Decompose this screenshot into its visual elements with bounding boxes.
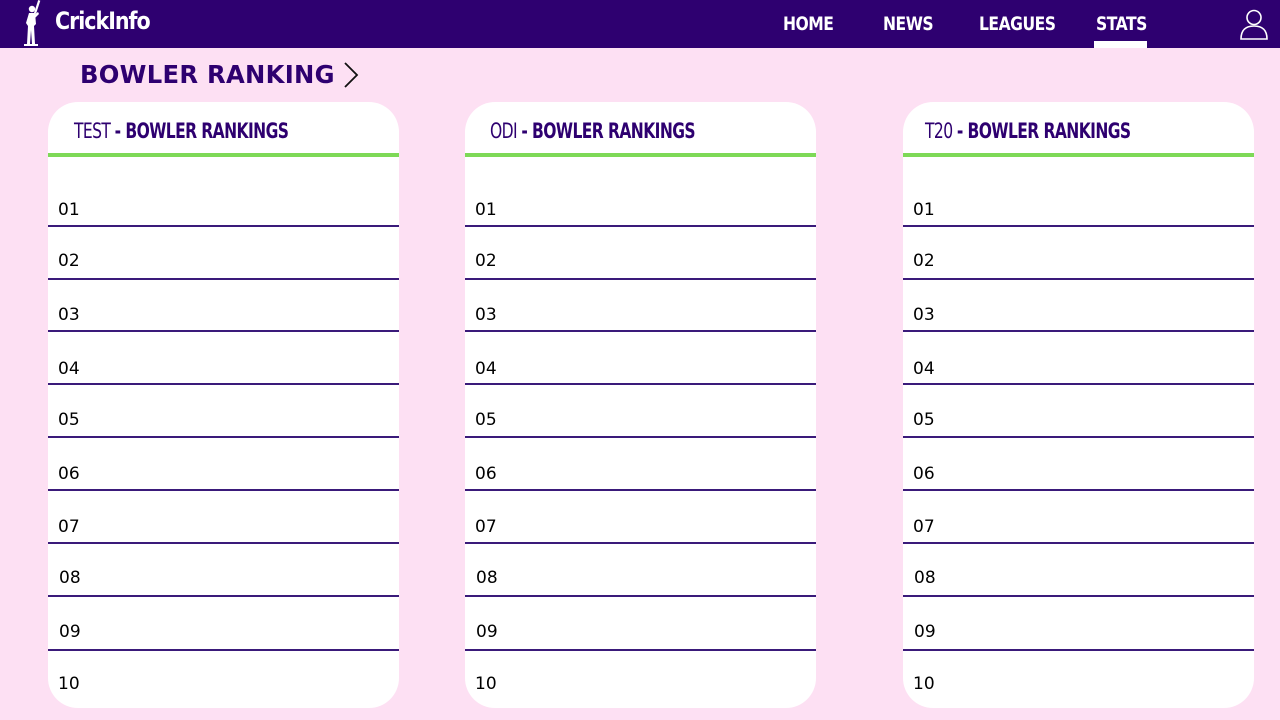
rank-number: 05: [913, 410, 935, 430]
odi-rankings-card: ODI - BOWLER RANKINGS 01 02 03 04 05 06 07 08 09…: [465, 102, 816, 708]
row-divider: [48, 489, 399, 491]
user-icon[interactable]: [1239, 8, 1269, 40]
rank-number: 03: [913, 305, 935, 325]
page-title: BOWLER RANKING: [80, 60, 335, 89]
cricket-batsman-icon[interactable]: [14, 0, 48, 48]
rank-number: 06: [913, 464, 935, 484]
rank-number: 02: [913, 251, 935, 271]
card-divider: [465, 153, 816, 157]
rank-number: 02: [475, 251, 497, 271]
row-divider: [465, 278, 816, 280]
rank-number: 05: [475, 410, 497, 430]
row-divider: [465, 330, 816, 332]
row-divider: [465, 542, 816, 544]
row-divider: [465, 383, 816, 385]
rank-number: 10: [475, 674, 497, 694]
rank-number: 07: [913, 517, 935, 537]
t20-rankings-card: T20 - BOWLER RANKINGS 01 02 03 04 05 06 07 08 09…: [903, 102, 1254, 708]
rank-number: 07: [475, 517, 497, 537]
rank-number: 04: [913, 359, 935, 379]
row-divider: [48, 383, 399, 385]
card-title-label: - BOWLER RANKINGS: [521, 119, 696, 143]
rank-number: 03: [58, 305, 80, 325]
row-divider: [903, 225, 1254, 227]
nav-home[interactable]: HOME: [783, 13, 834, 35]
card-title: TEST - BOWLER RANKINGS: [74, 119, 289, 143]
card-format-label: ODI: [490, 119, 518, 143]
row-divider: [903, 436, 1254, 438]
rank-number: 01: [913, 200, 935, 220]
nav-leagues[interactable]: LEAGUES: [979, 13, 1056, 35]
rank-number: 08: [59, 568, 81, 588]
nav-stats[interactable]: STATS: [1096, 13, 1147, 35]
card-divider: [903, 153, 1254, 157]
rank-number: 05: [58, 410, 80, 430]
rank-number: 10: [58, 674, 80, 694]
card-format-label: TEST: [74, 119, 111, 143]
card-title: ODI - BOWLER RANKINGS: [490, 119, 696, 143]
rank-number: 09: [476, 622, 498, 642]
row-divider: [903, 542, 1254, 544]
row-divider: [903, 595, 1254, 597]
top-navbar: CrickInfo HOME NEWS LEAGUES STATS: [0, 0, 1280, 48]
card-title: T20 - BOWLER RANKINGS: [925, 119, 1131, 143]
row-divider: [903, 278, 1254, 280]
row-divider: [48, 595, 399, 597]
row-divider: [903, 649, 1254, 651]
row-divider: [48, 649, 399, 651]
row-divider: [465, 649, 816, 651]
rank-number: 04: [58, 359, 80, 379]
rank-number: 09: [59, 622, 81, 642]
rank-number: 03: [475, 305, 497, 325]
nav-active-indicator: [1094, 41, 1147, 48]
card-format-label: T20: [925, 119, 953, 143]
card-title-label: - BOWLER RANKINGS: [956, 119, 1131, 143]
row-divider: [465, 225, 816, 227]
row-divider: [465, 595, 816, 597]
rank-number: 09: [914, 622, 936, 642]
row-divider: [48, 225, 399, 227]
row-divider: [48, 542, 399, 544]
row-divider: [48, 330, 399, 332]
chevron-right-icon[interactable]: [340, 61, 362, 89]
test-rankings-card: TEST - BOWLER RANKINGS 01 02 03 04 05 06 07 08 0…: [48, 102, 399, 708]
row-divider: [903, 330, 1254, 332]
rank-number: 08: [914, 568, 936, 588]
rank-number: 06: [58, 464, 80, 484]
row-divider: [903, 489, 1254, 491]
card-title-label: - BOWLER RANKINGS: [114, 119, 289, 143]
rank-number: 01: [475, 200, 497, 220]
rank-number: 01: [58, 200, 80, 220]
row-divider: [903, 383, 1254, 385]
row-divider: [465, 489, 816, 491]
card-divider: [48, 153, 399, 157]
rank-number: 04: [475, 359, 497, 379]
rank-number: 08: [476, 568, 498, 588]
rank-number: 06: [475, 464, 497, 484]
rank-number: 02: [58, 251, 80, 271]
brand-name[interactable]: CrickInfo: [55, 7, 151, 35]
rank-number: 10: [913, 674, 935, 694]
row-divider: [465, 436, 816, 438]
rank-number: 07: [58, 517, 80, 537]
row-divider: [48, 278, 399, 280]
nav-news[interactable]: NEWS: [883, 13, 934, 35]
row-divider: [48, 436, 399, 438]
